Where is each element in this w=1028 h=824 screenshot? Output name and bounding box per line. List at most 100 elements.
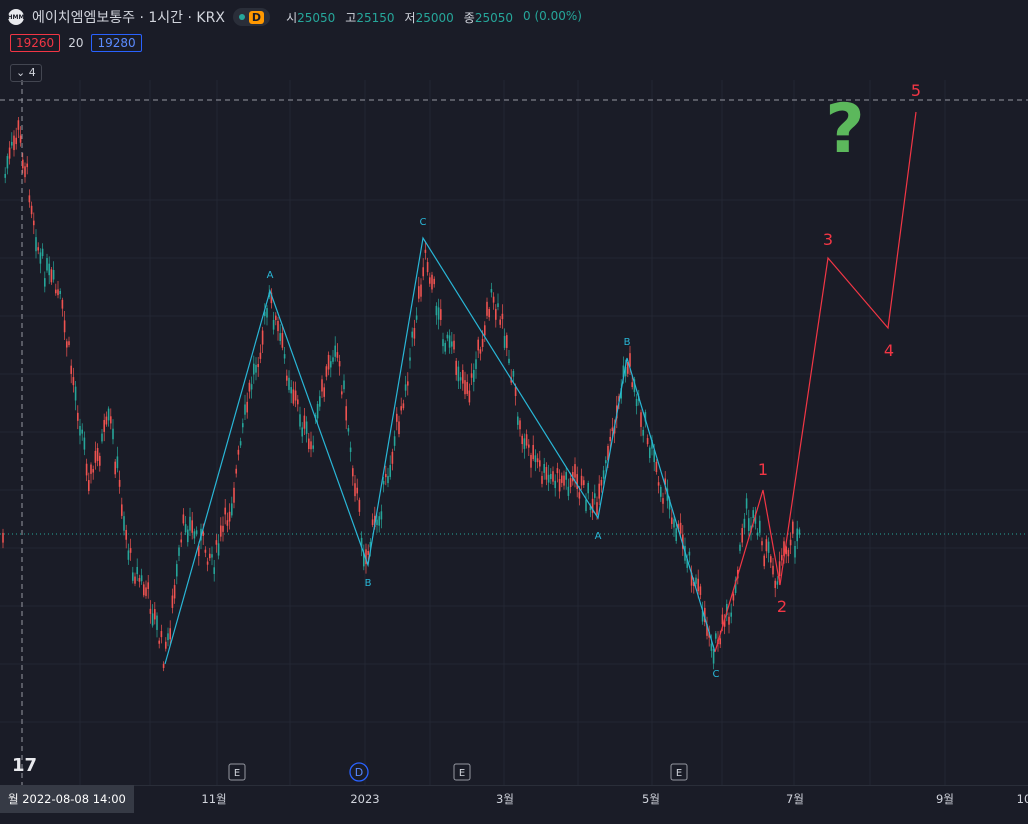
candle-body: [673, 519, 675, 528]
candle-body: [600, 479, 603, 486]
ask-button[interactable]: 19280: [91, 34, 142, 52]
candle-body: [380, 511, 383, 520]
candle-body: [347, 428, 350, 432]
candle-body: [719, 638, 721, 645]
wave-label-corrective: C: [420, 217, 427, 228]
candle-body: [695, 577, 697, 584]
event-label: E: [459, 768, 465, 779]
candle-body: [138, 578, 141, 582]
candle-body: [574, 464, 576, 478]
candle-body: [528, 444, 530, 448]
candle-body: [33, 220, 35, 226]
candle-body: [312, 445, 314, 449]
candle-body: [319, 396, 321, 407]
candle-body: [261, 330, 264, 345]
candle-body: [277, 320, 279, 332]
cursor-date-label: 월 2022-08-08 14:00: [0, 785, 134, 813]
tradingview-logo-icon[interactable]: 17: [12, 755, 37, 776]
candle-body: [151, 613, 154, 626]
candle-body: [550, 474, 552, 479]
bid-button[interactable]: 19260: [10, 34, 61, 52]
candle-body: [299, 414, 301, 427]
event-marker[interactable]: E: [453, 763, 471, 781]
candle-body: [545, 467, 548, 480]
candle-body: [118, 479, 121, 487]
event-marker[interactable]: D: [349, 762, 369, 782]
wave-label-impulse: 3: [823, 230, 833, 249]
candle-body: [316, 403, 319, 419]
open-value: 25050: [297, 10, 336, 25]
candle-body: [772, 565, 774, 575]
candle-body: [92, 469, 94, 473]
candle-body: [66, 341, 68, 348]
candle-body: [77, 412, 79, 421]
candle-body: [272, 320, 275, 330]
candle-body: [470, 373, 473, 378]
candle-body: [464, 380, 466, 395]
candle-body: [341, 391, 343, 395]
chevron-down-icon: ⌄: [16, 66, 26, 79]
candle-body: [325, 366, 328, 377]
candle-body: [160, 631, 163, 638]
candle-body: [17, 120, 20, 130]
candle-body: [393, 436, 396, 446]
candle-body: [129, 548, 132, 553]
time-axis[interactable]: [0, 785, 1028, 824]
candle-body: [631, 382, 633, 388]
candle-body: [237, 449, 240, 455]
indicators-toggle[interactable]: ⌄ 4: [10, 64, 42, 82]
chart-canvas[interactable]: ABCABC12345? EDEE 11월 2023 3월 5월 7월 9월 10: [0, 0, 1028, 823]
candle-body: [400, 406, 402, 411]
candle-body: [189, 516, 191, 531]
candle-body: [539, 460, 541, 467]
wave-label-corrective: C: [713, 669, 720, 680]
candle-body: [195, 530, 198, 535]
candle-body: [609, 436, 611, 442]
grid: [0, 80, 1028, 785]
candle-body: [132, 572, 134, 581]
market-status-pill[interactable]: D: [232, 8, 271, 26]
candle-body: [655, 461, 658, 472]
candle-body: [587, 483, 589, 494]
candle-body: [413, 328, 416, 339]
candle-body: [226, 520, 229, 526]
event-marker[interactable]: E: [228, 763, 246, 781]
candle-body: [490, 289, 493, 293]
event-marker[interactable]: E: [670, 763, 688, 781]
candle-body: [176, 564, 178, 577]
candle-body: [55, 289, 57, 294]
candle-body: [521, 435, 523, 445]
candle-body: [547, 474, 550, 483]
candle-body: [561, 475, 563, 483]
candle-body: [336, 352, 339, 358]
candle-body: [671, 517, 673, 524]
wave-label-corrective: A: [267, 270, 274, 281]
candle-body: [761, 541, 763, 546]
candle-body: [418, 286, 420, 299]
candle-body: [193, 531, 196, 539]
event-markers[interactable]: EDEE: [228, 762, 688, 782]
candle-body: [462, 369, 464, 384]
candle-body: [657, 482, 660, 486]
candle-body: [112, 428, 114, 440]
symbol-title[interactable]: 에이치엠엠보통주 · 1시간 · KRX: [32, 7, 225, 27]
candle-body: [602, 470, 605, 479]
candle-body: [554, 480, 556, 489]
candle-body: [371, 519, 374, 526]
candle-body: [594, 493, 596, 498]
candle-body: [440, 309, 442, 320]
candle-body: [217, 543, 220, 556]
candle-body: [37, 247, 39, 251]
wave-label-corrective: A: [595, 531, 602, 542]
candle-body: [715, 633, 717, 639]
candle-body: [649, 447, 651, 459]
candle-body: [2, 532, 4, 543]
candle-body: [343, 380, 345, 390]
change-value: 0 (0.00%): [523, 8, 582, 23]
candle-body: [83, 437, 86, 450]
candle-body: [611, 427, 614, 432]
chart-header: HMM 에이치엠엠보통주 · 1시간 · KRX D 시25050 고25150…: [8, 6, 582, 28]
candle-body: [140, 575, 143, 582]
candle-body: [8, 147, 11, 159]
chart-root[interactable]: A B C A B C 1 2 3 4 5? EDEE 11월 2023 3월 5월 7월 9월 10 HMM …: [0, 0, 1028, 823]
